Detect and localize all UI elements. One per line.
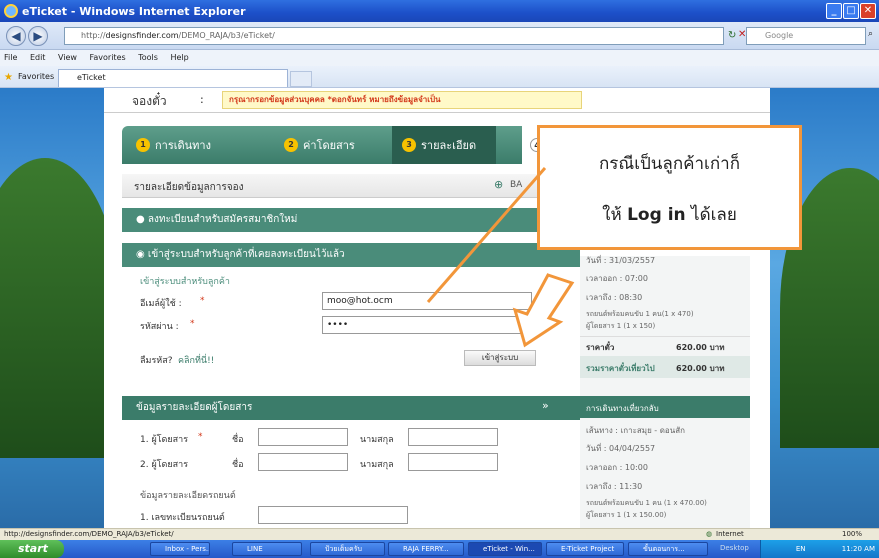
desktop-toolbar[interactable]: Desktop bbox=[720, 544, 749, 552]
task-line[interactable]: LINE bbox=[232, 542, 302, 556]
system-tray: EN 11:20 AM bbox=[760, 540, 879, 558]
task-document[interactable]: ขั้นตอนการ... bbox=[628, 542, 708, 556]
zone-label: Internet bbox=[716, 530, 744, 538]
globe-icon: ◍ bbox=[706, 530, 713, 538]
annotation-arrows bbox=[426, 167, 575, 348]
down-arrow-icon bbox=[512, 273, 575, 348]
taskbar: start Inbox - Pers... LINE ป้วยเต็มครับ … bbox=[0, 540, 879, 558]
start-button[interactable]: start bbox=[0, 540, 64, 558]
language-indicator[interactable]: EN bbox=[796, 545, 806, 553]
status-url: http://designsfinder.com/DEMO_RAJA/b3/eT… bbox=[4, 530, 174, 538]
task-eticket[interactable]: eTicket - Win... bbox=[468, 542, 542, 556]
task-chat[interactable]: ป้วยเต็มครับ bbox=[310, 542, 385, 556]
task-inbox[interactable]: Inbox - Pers... bbox=[150, 542, 210, 556]
task-eticket-project[interactable]: E-Ticket Project bbox=[546, 542, 624, 556]
task-raja-ferry[interactable]: RAJA FERRY... bbox=[388, 542, 464, 556]
callout-pointer-line bbox=[426, 167, 547, 303]
status-bar: http://designsfinder.com/DEMO_RAJA/b3/eT… bbox=[0, 528, 879, 540]
zoom-level[interactable]: 100% bbox=[842, 529, 862, 540]
clock: 11:20 AM bbox=[841, 545, 875, 553]
